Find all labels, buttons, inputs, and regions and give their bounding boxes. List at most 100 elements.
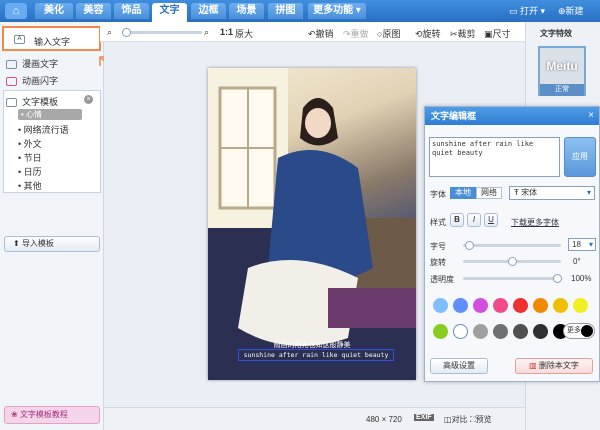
color-swatch[interactable] bbox=[533, 298, 548, 313]
home-icon[interactable]: ⌂ bbox=[5, 3, 27, 19]
tab-local-fonts[interactable]: 本地 bbox=[450, 187, 476, 199]
color-swatch[interactable] bbox=[573, 298, 588, 313]
opacity-value: 100% bbox=[571, 274, 592, 283]
current-color-swatch bbox=[581, 325, 593, 337]
bold-button[interactable]: B bbox=[450, 213, 464, 227]
color-swatch[interactable] bbox=[453, 324, 468, 339]
color-swatch[interactable] bbox=[533, 324, 548, 339]
canvas-toolbar: ⌕ ⌕ 1:1 原大 ↶撤销 ↷重做 ○原图 ⟲旋转 ✂裁剪 ▣尺寸 bbox=[100, 22, 525, 42]
color-swatch[interactable] bbox=[433, 324, 448, 339]
font-size-select[interactable]: 18 ▾ bbox=[568, 238, 596, 251]
compare-button[interactable]: ◫对比 bbox=[444, 414, 468, 425]
left-panel: A 输入文字 漫画文字 动画闪字 文字模板 × • 心情 • 网络流行语 • 外… bbox=[0, 22, 104, 430]
plus-icon: ⊕ bbox=[558, 6, 566, 16]
exif-badge[interactable]: EXIF bbox=[414, 414, 434, 421]
rotate-value: 0° bbox=[573, 257, 581, 266]
undo-button[interactable]: ↶撤销 bbox=[308, 27, 334, 40]
font-size-slider[interactable] bbox=[463, 244, 561, 247]
close-icon[interactable]: × bbox=[84, 95, 93, 104]
text-edit-dialog: 文字编辑框 × sunshine after rain like quiet b… bbox=[424, 106, 600, 382]
underline-button[interactable]: U bbox=[484, 213, 498, 227]
color-swatch[interactable] bbox=[493, 324, 508, 339]
text-input-area[interactable]: sunshine after rain like quiet beauty bbox=[429, 137, 560, 177]
photo-canvas[interactable]: 雨后的阳光也如这般静美 sunshine after rain like qui… bbox=[208, 68, 416, 380]
font-select[interactable]: Ŧ 宋体 ▾ bbox=[509, 186, 595, 200]
apply-button[interactable]: 应用 bbox=[564, 137, 596, 177]
sub-item-internet-slang[interactable]: • 网络流行语 bbox=[18, 123, 69, 136]
top-nav-bar: ⌂ 美化 美容 饰品 文字 边框 场景 拼图 更多功能 ▾ ▭ 打开 ▾ ⊕新建 bbox=[0, 0, 600, 22]
text-input-icon: A bbox=[14, 35, 25, 44]
redo-button[interactable]: ↷重做 bbox=[343, 27, 369, 40]
tutorial-icon: ❀ bbox=[11, 410, 20, 419]
more-colors-button[interactable]: 更多 bbox=[563, 323, 595, 339]
compare-icon: ◫ bbox=[444, 415, 452, 424]
zoom-one-to-one[interactable]: 1:1 bbox=[220, 27, 233, 37]
folder-icon: ▭ bbox=[509, 6, 521, 16]
open-button[interactable]: ▭ 打开 ▾ bbox=[509, 4, 545, 17]
tab-more-features[interactable]: 更多功能 ▾ bbox=[308, 3, 366, 19]
color-swatch[interactable] bbox=[553, 298, 568, 313]
animated-text-item[interactable]: 动画闪字 bbox=[6, 74, 58, 87]
zoom-slider-knob[interactable] bbox=[122, 28, 131, 37]
tab-accessories[interactable]: 饰品 bbox=[114, 3, 149, 19]
status-bar: 480 × 720 EXIF ◫对比 ⛶预览 bbox=[104, 407, 525, 430]
delete-text-button[interactable]: ▥ 删除本文字 bbox=[515, 358, 593, 374]
dialog-title: 文字编辑框 bbox=[425, 107, 599, 125]
tab-text[interactable]: 文字 bbox=[152, 3, 187, 22]
tab-collage[interactable]: 拼图 bbox=[268, 3, 303, 19]
input-text-button[interactable]: A 输入文字 bbox=[2, 26, 101, 51]
heart-icon bbox=[6, 77, 17, 87]
sub-item-foreign[interactable]: • 外文 bbox=[18, 137, 42, 150]
photo-illustration bbox=[208, 68, 416, 380]
download-more-fonts-link[interactable]: 下载更多字体 bbox=[511, 217, 559, 228]
tab-beautify[interactable]: 美化 bbox=[35, 3, 73, 19]
effect-normal-thumb[interactable]: Meitu 正常 bbox=[538, 46, 586, 96]
color-swatch[interactable] bbox=[433, 298, 448, 313]
sub-item-calendar[interactable]: • 日历 bbox=[18, 165, 42, 178]
zoom-in-icon[interactable]: ⌕ bbox=[204, 27, 209, 38]
tab-web-fonts[interactable]: 网络 bbox=[476, 187, 502, 199]
zoom-out-icon[interactable]: ⌕ bbox=[107, 27, 112, 38]
sub-item-other[interactable]: • 其他 bbox=[18, 179, 42, 192]
original-size-button[interactable]: 原大 bbox=[235, 27, 253, 40]
italic-button[interactable]: I bbox=[467, 213, 481, 227]
advanced-settings-button[interactable]: 高级设置 bbox=[430, 358, 488, 374]
color-swatch[interactable] bbox=[473, 298, 488, 313]
new-button[interactable]: ⊕新建 bbox=[558, 4, 584, 17]
chevron-down-icon: ▾ bbox=[586, 188, 591, 197]
selected-text-box[interactable]: sunshine after rain like quiet beauty bbox=[238, 349, 394, 361]
crop-button[interactable]: ✂裁剪 bbox=[450, 27, 476, 40]
font-size-slider-knob[interactable] bbox=[465, 241, 474, 250]
tab-frame[interactable]: 边框 bbox=[191, 3, 226, 19]
sub-item-festival[interactable]: • 节日 bbox=[18, 151, 42, 164]
rotate-slider-knob[interactable] bbox=[508, 257, 517, 266]
color-swatch[interactable] bbox=[453, 298, 468, 313]
comic-bubble-icon bbox=[6, 60, 17, 70]
color-swatch[interactable] bbox=[513, 324, 528, 339]
color-swatch[interactable] bbox=[493, 298, 508, 313]
tab-scene[interactable]: 场景 bbox=[229, 3, 264, 19]
image-dimensions: 480 × 720 bbox=[366, 415, 402, 424]
text-template-box: 文字模板 × • 心情 • 网络流行语 • 外文 • 节日 • 日历 • 其他 bbox=[3, 90, 101, 193]
import-icon: ⬆ bbox=[13, 239, 22, 248]
template-icon bbox=[6, 98, 17, 108]
tab-beauty[interactable]: 美容 bbox=[76, 3, 111, 19]
close-icon[interactable]: × bbox=[588, 110, 594, 121]
trash-icon: ▥ bbox=[529, 361, 539, 370]
text-template-tutorial-button[interactable]: ❀ 文字模板教程 bbox=[4, 406, 100, 424]
text-template-header[interactable]: 文字模板 bbox=[6, 95, 58, 108]
comic-text-item[interactable]: 漫画文字 bbox=[6, 57, 58, 70]
opacity-slider-knob[interactable] bbox=[553, 274, 562, 283]
text-effects-title: 文字特效 bbox=[540, 29, 572, 38]
chevron-down-icon: ▾ bbox=[588, 240, 593, 249]
import-template-button[interactable]: ⬆ 导入模板 bbox=[4, 236, 100, 252]
zoom-slider[interactable] bbox=[122, 31, 202, 34]
sub-item-mood[interactable]: • 心情 bbox=[18, 109, 82, 120]
color-swatch[interactable] bbox=[473, 324, 488, 339]
original-button[interactable]: ○原图 bbox=[377, 27, 400, 40]
preview-button[interactable]: ⛶预览 bbox=[470, 414, 492, 425]
resize-button[interactable]: ▣尺寸 bbox=[484, 27, 511, 40]
color-swatch[interactable] bbox=[513, 298, 528, 313]
rotate-button[interactable]: ⟲旋转 bbox=[415, 27, 441, 40]
opacity-slider[interactable] bbox=[463, 277, 561, 280]
